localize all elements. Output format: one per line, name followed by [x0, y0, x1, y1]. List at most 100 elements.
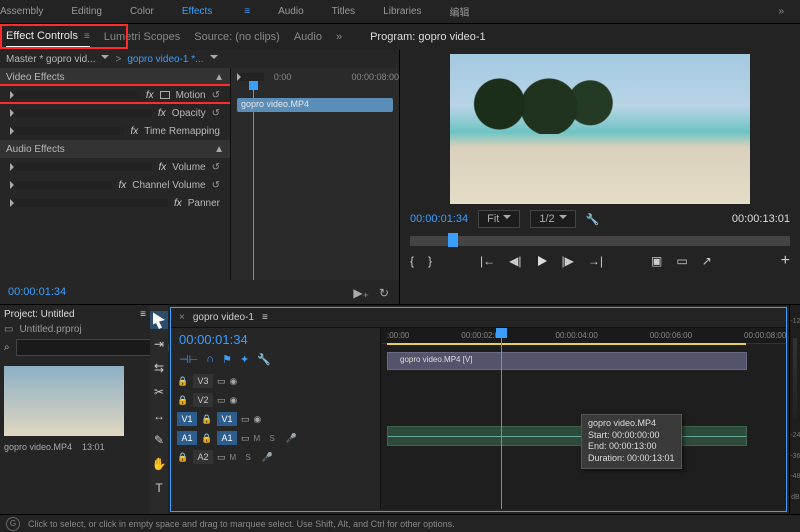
timeline-tracks-area[interactable]: :00:00 00:00:02:00 00:00:04:00 00:00:06:… — [381, 328, 786, 509]
chevron-down-icon[interactable] — [101, 52, 109, 66]
button-editor-plus-icon[interactable]: + — [781, 252, 790, 270]
hand-tool-icon[interactable]: ✋ — [150, 455, 168, 473]
loop-icon[interactable]: ↻ — [379, 286, 389, 300]
effect-opacity[interactable]: fx Opacity ↺ — [0, 104, 230, 122]
time-ruler[interactable]: :00:00 00:00:02:00 00:00:04:00 00:00:06:… — [381, 328, 786, 344]
play-only-icon[interactable]: ▶₊ — [353, 286, 369, 300]
video-effects-header[interactable]: Video Effects ▲ — [0, 68, 230, 86]
project-panel-title[interactable]: Project: Untitled — [4, 309, 75, 320]
marker-icon[interactable]: ⚑ — [222, 353, 232, 366]
solo-icon[interactable]: S — [270, 434, 282, 443]
slip-tool-icon[interactable]: ↔ — [150, 407, 168, 425]
timeline-playhead[interactable] — [501, 328, 502, 509]
clip-thumbnail[interactable] — [4, 366, 124, 436]
lift-icon[interactable]: ▣ — [651, 254, 662, 268]
workspace-audio[interactable]: Audio — [278, 6, 304, 17]
info-icon[interactable]: G — [6, 517, 20, 531]
workspace-effects[interactable]: Effects — [182, 6, 212, 17]
voiceover-icon[interactable]: 🎤 — [286, 433, 297, 444]
goto-out-icon[interactable]: →| — [588, 254, 603, 268]
reset-icon[interactable]: ↺ — [212, 108, 220, 119]
settings-icon[interactable]: ✦ — [240, 353, 249, 366]
workspace-menu-icon[interactable]: ≡ — [244, 6, 250, 17]
panel-menu-icon[interactable]: ≡ — [84, 31, 90, 42]
mute-icon[interactable]: M — [230, 453, 242, 462]
ripple-edit-tool-icon[interactable]: ⇆ — [150, 359, 168, 377]
track-header-a1[interactable]: A1 🔒 A1 ▭ M S 🎤 — [177, 429, 380, 447]
lock-icon[interactable]: 🔒 — [201, 414, 213, 425]
sequence-dropdown[interactable]: gopro video-1 *... — [127, 54, 203, 65]
program-current-time[interactable]: 00:00:01:34 — [410, 213, 468, 225]
play-icon[interactable] — [536, 255, 548, 267]
track-output-icon[interactable]: ▭ — [217, 452, 226, 463]
track-toggle[interactable]: V2 — [193, 393, 213, 407]
source-patch-v1[interactable]: V1 — [177, 412, 197, 426]
close-tab-icon[interactable]: × — [179, 312, 185, 323]
audio-clip[interactable] — [387, 426, 747, 446]
razor-tool-icon[interactable]: ✂ — [150, 383, 168, 401]
goto-in-icon[interactable]: |← — [480, 254, 495, 268]
type-tool-icon[interactable]: T — [150, 479, 168, 497]
collapse-icon[interactable]: ▲ — [214, 72, 224, 83]
effect-mini-timeline[interactable]: 0:00 00:00:08:00 gopro video.MP4 — [230, 68, 399, 280]
mark-in-icon[interactable]: { — [410, 254, 414, 268]
lock-icon[interactable]: 🔒 — [177, 376, 189, 387]
effect-current-time[interactable]: 00:00:01:34 — [0, 280, 399, 304]
pen-tool-icon[interactable]: ✎ — [150, 431, 168, 449]
lock-icon[interactable]: 🔒 — [177, 395, 189, 406]
workspace-assembly[interactable]: Assembly — [0, 6, 43, 17]
track-output-icon[interactable]: ▭ — [241, 414, 250, 425]
track-header-v2[interactable]: 🔒 V2 ▭ ◉ — [177, 391, 380, 409]
effect-volume[interactable]: fx Volume ↺ — [0, 158, 230, 176]
track-output-icon[interactable]: ▭ — [217, 376, 226, 387]
scrub-playhead[interactable] — [448, 233, 458, 247]
eye-icon[interactable]: ◉ — [254, 414, 262, 425]
effect-time-remapping[interactable]: fx Time Remapping — [0, 122, 230, 140]
mute-icon[interactable]: M — [254, 434, 266, 443]
wrench-icon[interactable]: 🔧 — [257, 353, 271, 366]
effect-motion[interactable]: fx Motion ↺ — [0, 86, 230, 104]
step-back-icon[interactable]: ◀| — [509, 254, 521, 268]
tab-effect-controls[interactable]: Effect Controls ≡ — [6, 26, 90, 48]
panel-menu-icon[interactable]: ≡ — [140, 309, 146, 320]
timeline-playhead-time[interactable]: 00:00:01:34 — [171, 328, 380, 351]
workspace-overflow-icon[interactable]: » — [778, 6, 784, 17]
effect-channel-volume[interactable]: fx Channel Volume ↺ — [0, 176, 230, 194]
tab-lumetri-scopes[interactable]: Lumetri Scopes — [104, 27, 180, 47]
lock-icon[interactable]: 🔒 — [201, 433, 213, 444]
fit-dropdown[interactable]: Fit — [478, 210, 520, 228]
track-select-tool-icon[interactable]: ⇥ — [150, 335, 168, 353]
effect-panner[interactable]: fx Panner — [0, 194, 230, 212]
chevron-right-icon[interactable] — [237, 73, 264, 81]
snap-icon[interactable]: ⊣⊢ — [179, 353, 198, 366]
bin-icon[interactable]: ▭ — [4, 324, 13, 335]
track-target-a1[interactable]: A1 — [217, 431, 237, 445]
workspace-libraries[interactable]: Libraries — [383, 6, 421, 17]
selection-tool-icon[interactable] — [150, 311, 168, 329]
workspace-editing[interactable]: Editing — [71, 6, 102, 17]
mini-playhead[interactable] — [253, 86, 254, 280]
track-output-icon[interactable]: ▭ — [241, 433, 250, 444]
track-header-a2[interactable]: 🔒 A2 ▭ M S 🎤 — [177, 448, 380, 466]
lock-icon[interactable]: 🔒 — [177, 452, 189, 463]
track-output-icon[interactable]: ▭ — [217, 395, 226, 406]
eye-icon[interactable]: ◉ — [230, 376, 238, 387]
linked-selection-icon[interactable]: ∩ — [206, 353, 214, 366]
panel-menu-icon[interactable]: ≡ — [262, 312, 268, 323]
track-header-v1[interactable]: V1 🔒 V1 ▭ ◉ — [177, 410, 380, 428]
reset-icon[interactable]: ↺ — [212, 162, 220, 173]
tab-program[interactable]: Program: gopro video-1 — [370, 27, 486, 47]
tab-overflow-icon[interactable]: » — [336, 27, 342, 47]
workspace-color[interactable]: Color — [130, 6, 154, 17]
collapse-icon[interactable]: ▲ — [214, 144, 224, 155]
reset-icon[interactable]: ↺ — [212, 90, 220, 101]
reset-icon[interactable]: ↺ — [212, 180, 220, 191]
sequence-tab[interactable]: gopro video-1 — [193, 312, 254, 323]
video-clip[interactable]: gopro video.MP4 [V] — [387, 352, 747, 370]
tab-source[interactable]: Source: (no clips) — [194, 27, 280, 47]
audio-effects-header[interactable]: Audio Effects ▲ — [0, 140, 230, 158]
tab-audio[interactable]: Audio — [294, 27, 322, 47]
chevron-down-icon[interactable] — [210, 52, 218, 66]
solo-icon[interactable]: S — [246, 453, 258, 462]
workspace-titles[interactable]: Titles — [332, 6, 356, 17]
